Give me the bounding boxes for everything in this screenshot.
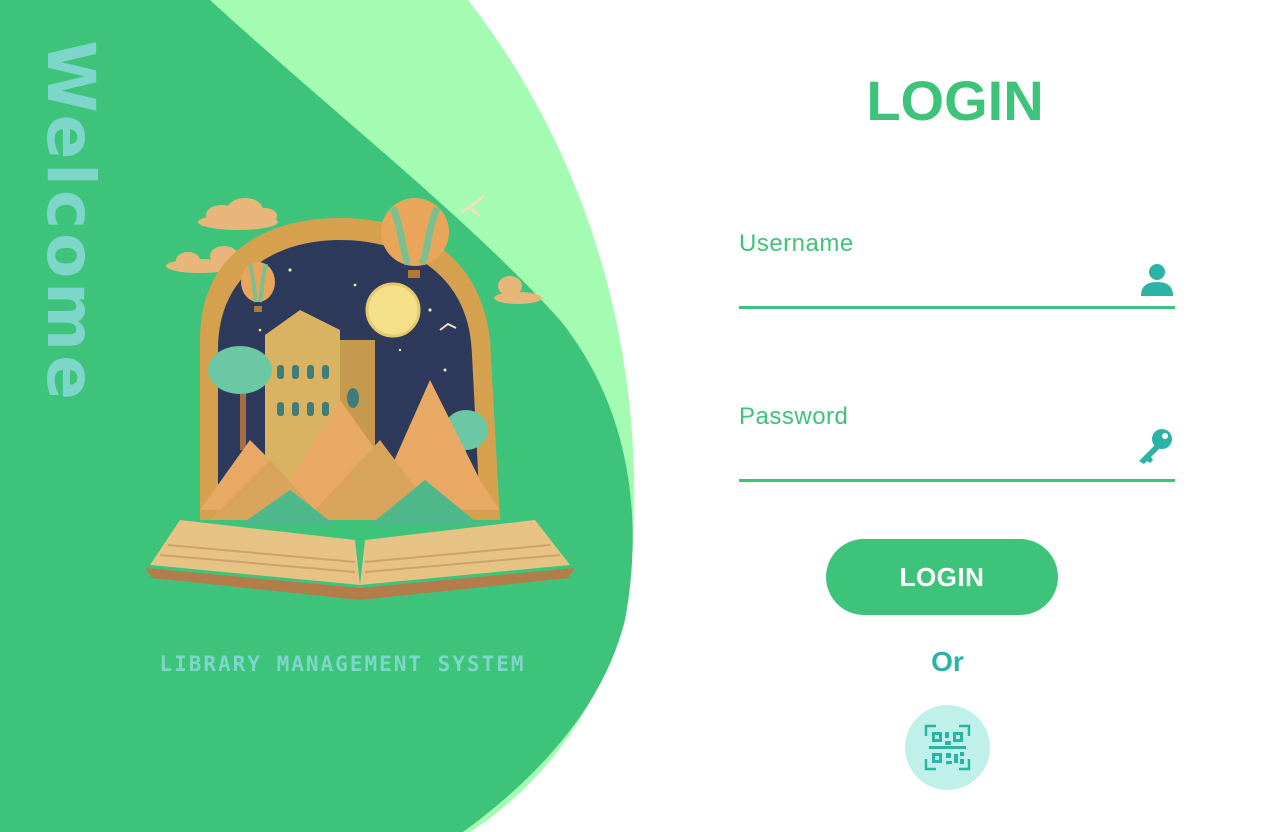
password-input[interactable] [739,439,1129,475]
username-field: Username [739,230,1175,309]
user-icon [1141,264,1173,296]
username-underline [739,306,1175,309]
password-label: Password [739,403,849,430]
login-title: LOGIN [866,69,1044,132]
qr-code-scan-icon [924,724,971,771]
password-underline [739,479,1175,482]
system-name: LIBRARY MANAGEMENT SYSTEM [159,652,526,676]
welcome-text: Welcome [32,40,109,404]
username-label: Username [739,230,854,257]
qr-login-button[interactable] [905,705,990,790]
login-button[interactable]: LOGIN [826,539,1058,615]
key-icon [1139,429,1172,464]
password-field: Password [739,403,1175,482]
username-input[interactable] [739,266,1129,302]
or-divider-text: Or [931,646,964,677]
library-book-illustration [145,194,575,600]
